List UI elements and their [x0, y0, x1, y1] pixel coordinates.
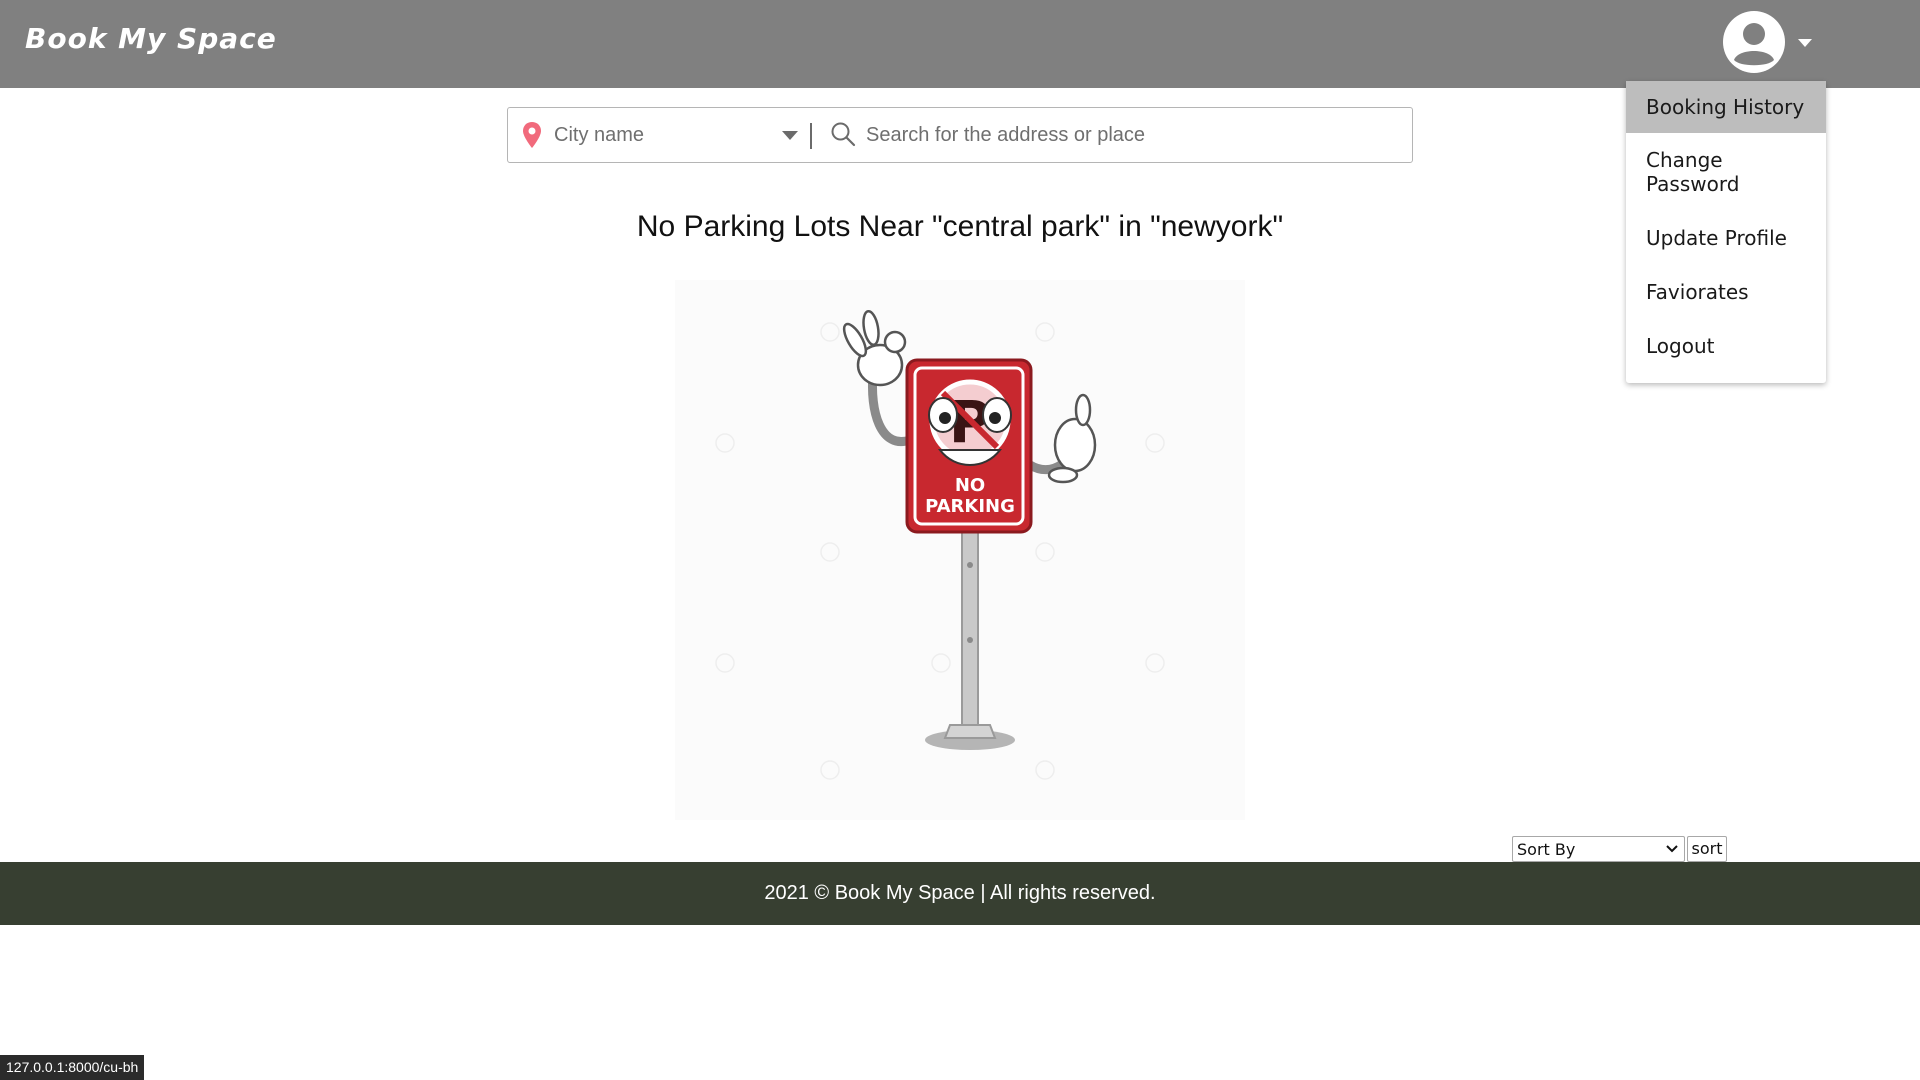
- sort-button[interactable]: sort: [1687, 836, 1727, 862]
- chevron-down-icon: [1666, 845, 1678, 853]
- city-dropdown-icon[interactable]: [782, 131, 798, 140]
- chevron-down-icon: [1798, 39, 1812, 47]
- menu-item-change-password[interactable]: Change Password: [1626, 133, 1766, 211]
- sign-text-no: NO: [955, 475, 985, 496]
- sort-by-select[interactable]: Sort By: [1512, 836, 1685, 862]
- city-name-input[interactable]: [554, 118, 774, 152]
- place-search-input[interactable]: [866, 118, 1396, 152]
- top-navbar: Book My Space: [0, 0, 1920, 88]
- no-parking-illustration: P NO PARKING: [675, 280, 1245, 820]
- search-icon: [831, 122, 856, 147]
- page-footer: 2021 © Book My Space | All rights reserv…: [0, 862, 1920, 925]
- footer-copyright: 2021 © Book My Space | All rights reserv…: [764, 882, 1156, 904]
- sign-text-parking: PARKING: [925, 496, 1015, 517]
- menu-item-booking-history[interactable]: Booking History: [1626, 81, 1826, 133]
- brand-logo[interactable]: Book My Space: [25, 22, 277, 55]
- location-pin-icon: [523, 122, 541, 148]
- search-bar: [507, 107, 1413, 163]
- no-results-message: No Parking Lots Near "central park" in "…: [636, 210, 1284, 243]
- user-avatar-icon: [1723, 11, 1785, 73]
- menu-item-logout[interactable]: Logout: [1626, 319, 1826, 373]
- search-divider: [810, 123, 812, 149]
- status-bar-url: 127.0.0.1:8000/cu-bh: [0, 1055, 145, 1080]
- sort-by-selected-value: Sort By: [1517, 840, 1576, 859]
- menu-item-favorites[interactable]: Faviorates: [1626, 265, 1826, 319]
- user-menu-toggle[interactable]: [1722, 10, 1818, 76]
